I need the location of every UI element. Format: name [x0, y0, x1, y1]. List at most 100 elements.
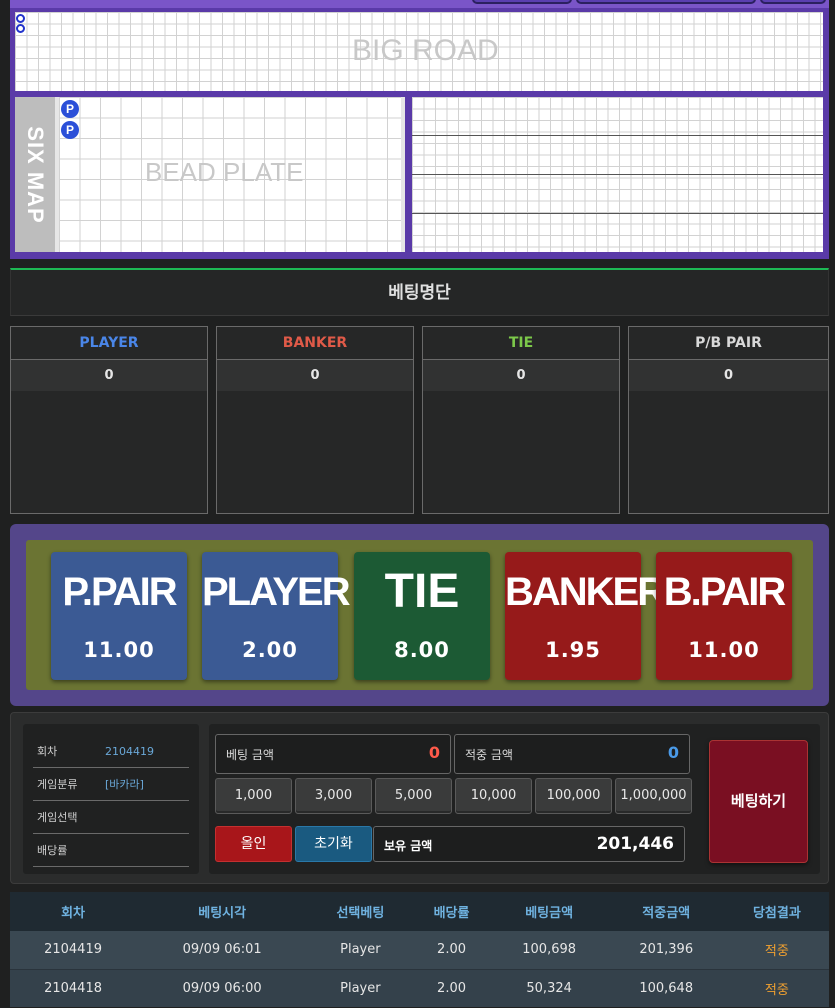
bead-plate-grid: P P BEAD PLATE — [55, 97, 405, 252]
chip-3000-button[interactable]: 3,000 — [295, 778, 372, 814]
bet-list-count: 0 — [423, 360, 619, 391]
chip-5000-button[interactable]: 5,000 — [375, 778, 452, 814]
balance-label: 보유 금액 — [384, 839, 433, 853]
info-value: 2104419 — [105, 745, 154, 758]
bet-b-pair-button[interactable]: B.PAIR 11.00 — [656, 552, 792, 680]
bet-tie-button[interactable]: TIE 8.00 — [354, 552, 490, 680]
six-map-tab[interactable]: SIX MAP — [15, 97, 55, 252]
bet-option-label: BANKER — [505, 570, 666, 614]
header-strip — [10, 0, 829, 8]
bet-option-label: P.PAIR — [62, 570, 177, 614]
table-cell: 09/09 06:01 — [136, 931, 309, 969]
balance-field: 보유 금액 201,446 — [373, 826, 685, 862]
column-header: 베팅금액 — [490, 892, 608, 931]
info-value: [바카라] — [105, 778, 144, 791]
bet-option-label: TIE — [384, 565, 460, 618]
bet-list-count: 0 — [11, 360, 207, 391]
info-row-category: 게임분류 [바카라] — [33, 768, 189, 801]
table-cell: Player — [308, 968, 413, 1007]
header-tab[interactable] — [472, 0, 572, 4]
betting-board: P.PAIR 11.00 PLAYER 2.00 TIE 8.00 BANKER… — [10, 524, 829, 706]
big-road-label: BIG ROAD — [352, 34, 499, 67]
reset-button[interactable]: 초기화 — [295, 826, 372, 862]
info-row-selection: 게임선택 — [33, 801, 189, 834]
bet-option-odds: 1.95 — [545, 638, 601, 662]
column-header: 선택베팅 — [308, 892, 413, 931]
big-road-grid: BIG ROAD — [15, 12, 823, 91]
column-header: 배당률 — [412, 892, 491, 931]
bet-amount-label: 베팅 금액 — [226, 748, 274, 762]
bet-list-header: PLAYER — [11, 327, 207, 360]
header-tab[interactable] — [760, 0, 826, 4]
column-header: 당첨결과 — [724, 892, 829, 931]
header-tab[interactable] — [576, 0, 756, 4]
table-cell: 2104419 — [10, 931, 137, 969]
info-label: 배당률 — [37, 844, 68, 857]
column-header: 회차 — [10, 892, 137, 931]
bet-option-odds: 8.00 — [394, 638, 450, 662]
info-row-round: 회차 2104419 — [33, 735, 189, 768]
info-label: 게임선택 — [37, 811, 78, 824]
column-header: 베팅시각 — [136, 892, 309, 931]
table-cell: 2.00 — [412, 931, 491, 969]
info-row-odds: 배당률 — [33, 834, 189, 867]
bet-list-column-tie: TIE 0 — [422, 326, 620, 514]
bet-history-table: 회차 베팅시각 선택베팅 배당률 베팅금액 적중금액 당첨결과 2104419 … — [10, 892, 829, 1007]
bet-player-button[interactable]: PLAYER 2.00 — [202, 552, 351, 680]
bet-list-count: 0 — [629, 360, 828, 391]
bet-p-pair-button[interactable]: P.PAIR 11.00 — [51, 552, 187, 680]
betting-table: P.PAIR 11.00 PLAYER 2.00 TIE 8.00 BANKER… — [26, 540, 813, 690]
result-cell: 적중 — [724, 968, 829, 1007]
road-divider — [412, 135, 823, 136]
bead-plate-label: BEAD PLATE — [145, 157, 304, 187]
bet-list-count: 0 — [217, 360, 413, 391]
bet-option-odds: 11.00 — [688, 638, 760, 662]
column-header: 적중금액 — [607, 892, 725, 931]
chip-100000-button[interactable]: 100,000 — [535, 778, 612, 814]
bet-amount-field[interactable]: 베팅 금액 0 — [215, 734, 451, 774]
big-road-marker — [16, 24, 25, 33]
all-in-button[interactable]: 올인 — [215, 826, 292, 862]
balance-value: 201,446 — [596, 834, 674, 854]
chip-1000-button[interactable]: 1,000 — [215, 778, 292, 814]
bet-option-label: B.PAIR — [663, 570, 787, 614]
place-bet-button[interactable]: 베팅하기 — [709, 740, 808, 863]
bet-option-label: PLAYER — [202, 570, 351, 614]
bet-option-odds: 2.00 — [242, 638, 298, 662]
table-cell: 2.00 — [412, 968, 491, 1007]
win-amount-field: 적중 금액 0 — [454, 734, 690, 774]
road-map-panel: BIG ROAD SIX MAP P P BEAD PLATE — [10, 8, 829, 259]
bet-list-column-player: PLAYER 0 — [10, 326, 208, 514]
info-label: 게임분류 — [37, 778, 78, 791]
win-amount-label: 적중 금액 — [465, 748, 513, 762]
table-row: 2104418 09/09 06:00 Player 2.00 50,324 1… — [10, 968, 829, 1007]
table-cell: 100,698 — [490, 931, 608, 969]
bet-list-header: P/B PAIR — [629, 327, 828, 360]
win-amount-value: 0 — [667, 743, 679, 762]
bet-option-odds: 11.00 — [83, 638, 155, 662]
control-panel: 회차 2104419 게임분류 [바카라] 게임선택 배당률 베팅 금액 0 적… — [10, 712, 829, 884]
betting-panel: 베팅 금액 0 적중 금액 0 1,000 3,000 5,000 10,000… — [209, 724, 820, 874]
table-header-row: 회차 베팅시각 선택베팅 배당률 베팅금액 적중금액 당첨결과 — [10, 892, 829, 931]
bet-amount-value: 0 — [428, 743, 440, 762]
six-map-label: SIX MAP — [23, 125, 48, 224]
table-row: 2104419 09/09 06:01 Player 2.00 100,698 … — [10, 931, 829, 969]
info-label: 회차 — [37, 745, 58, 758]
chip-10000-button[interactable]: 10,000 — [455, 778, 532, 814]
table-cell: 201,396 — [607, 931, 725, 969]
bead-player-chip: P — [61, 121, 79, 139]
bet-list-header: BANKER — [217, 327, 413, 360]
result-cell: 적중 — [724, 931, 829, 969]
bead-player-chip: P — [61, 100, 79, 118]
chip-1000000-button[interactable]: 1,000,000 — [615, 778, 692, 814]
bet-list-header: TIE — [423, 327, 619, 360]
bet-list-title: 베팅명단 — [10, 268, 829, 316]
game-info-panel: 회차 2104419 게임분류 [바카라] 게임선택 배당률 — [23, 724, 199, 874]
bet-banker-button[interactable]: BANKER 1.95 — [505, 552, 666, 680]
table-cell: 100,648 — [607, 968, 725, 1007]
table-cell: 50,324 — [490, 968, 608, 1007]
derived-roads-grid — [412, 97, 823, 252]
big-road-marker — [16, 14, 25, 23]
table-cell: Player — [308, 931, 413, 969]
table-cell: 09/09 06:00 — [136, 968, 309, 1007]
